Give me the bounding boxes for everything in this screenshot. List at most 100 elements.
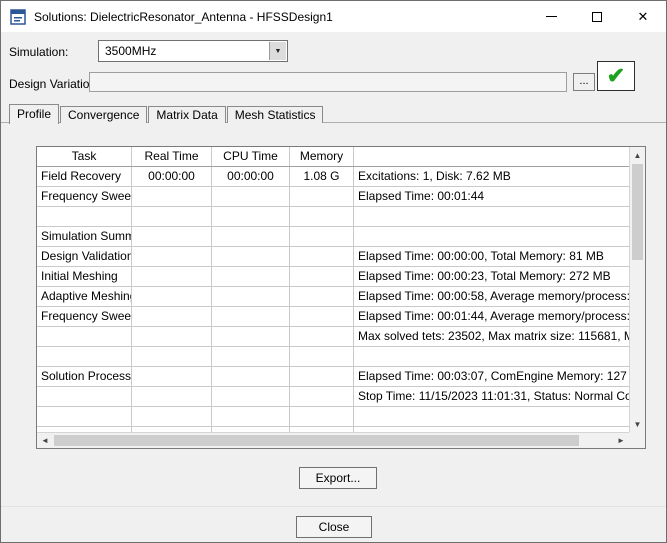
scroll-up-icon[interactable]: ▲ [630,147,645,163]
table-cell [37,387,132,406]
table-cell: Elapsed Time: 00:03:07, ComEngine Memory… [354,367,629,386]
table-cell [212,327,290,346]
profile-table: TaskReal TimeCPU TimeMemory Field Recove… [36,146,646,449]
table-cell: Max solved tets: 23502, Max matrix size:… [354,327,629,346]
table-header-row: TaskReal TimeCPU TimeMemory [37,147,629,167]
apply-check-button[interactable]: ✔ [597,61,635,91]
table-cell [132,207,212,226]
table-cell: Elapsed Time: 00:01:44 [354,187,629,206]
horizontal-scroll-thumb[interactable] [54,435,579,446]
export-button[interactable]: Export... [299,467,377,489]
table-cell [37,347,132,366]
table-cell [290,187,354,206]
table-cell [290,307,354,326]
table-cell [290,407,354,426]
table-row[interactable]: Max solved tets: 23502, Max matrix size:… [37,327,629,347]
table-cell: Excitations: 1, Disk: 7.62 MB [354,167,629,186]
table-cell: Frequency Sweep [37,307,132,326]
tab-matrix-data[interactable]: Matrix Data [148,106,225,123]
table-cell: Frequency Sweep [37,187,132,206]
table-cell [354,407,629,426]
chevron-down-icon[interactable]: ▼ [269,42,286,60]
title-bar[interactable]: Solutions: DielectricResonator_Antenna -… [1,1,666,32]
table-cell [290,387,354,406]
maximize-button[interactable] [574,1,620,32]
table-cell [212,207,290,226]
vertical-scroll-thumb[interactable] [632,164,643,260]
maximize-icon [592,12,602,22]
table-row[interactable]: Solution ProcessElapsed Time: 00:03:07, … [37,367,629,387]
table-row[interactable]: Simulation Summary [37,227,629,247]
table-cell [290,207,354,226]
horizontal-scrollbar[interactable]: ◄ ► [37,432,629,448]
solutions-dialog: Solutions: DielectricResonator_Antenna -… [0,0,667,543]
table-cell [290,247,354,266]
simulation-selected-value: 3500MHz [105,44,156,58]
design-variation-field[interactable] [89,72,567,92]
simulation-dropdown[interactable]: 3500MHz ▼ [98,40,288,62]
browse-button[interactable]: ... [573,73,595,91]
table-cell [132,347,212,366]
design-variation-label: Design Variation: [9,77,100,91]
table-cell [290,267,354,286]
tab-mesh-statistics[interactable]: Mesh Statistics [227,106,324,123]
table-cell [37,407,132,426]
vertical-scrollbar[interactable]: ▲ ▼ [629,147,645,432]
close-dialog-button[interactable]: Close [296,516,372,538]
table-cell [37,327,132,346]
table-row[interactable]: Frequency Sweep Elapsed Time: 00:01:44, A… [37,307,629,327]
table-cell: 00:00:00 [132,167,212,186]
table-cell [212,227,290,246]
close-icon: ✕ [638,9,649,25]
table-cell: Adaptive Meshing [37,287,132,306]
table-cell [290,347,354,366]
minimize-icon [546,16,557,17]
table-row[interactable]: Design Validation Elapsed Time: 00:00:00,… [37,247,629,267]
table-cell: Elapsed Time: 00:00:58, Average memory/p… [354,287,629,306]
table-cell [132,287,212,306]
column-header: Memory [290,147,354,166]
table-cell [354,347,629,366]
tab-convergence[interactable]: Convergence [60,106,147,123]
table-cell [354,227,629,246]
table-row[interactable] [37,207,629,227]
simulation-label: Simulation: [9,45,68,59]
column-header: CPU Time [212,147,290,166]
table-cell: Field Recovery [37,167,132,186]
table-cell: Elapsed Time: 00:01:44, Average memory/p… [354,307,629,326]
table-row[interactable] [37,347,629,367]
table-row[interactable]: Initial Meshing Elapsed Time: 00:00:23, T… [37,267,629,287]
table-cell: Simulation Summary [37,227,132,246]
table-cell [212,367,290,386]
table-cell: Initial Meshing [37,267,132,286]
table-cell [212,187,290,206]
table-row[interactable]: Frequency Sweep Elapsed Time: 00:01:44 [37,187,629,207]
table-cell [290,227,354,246]
scrollbar-corner [629,432,645,448]
minimize-button[interactable] [528,1,574,32]
table-cell [290,327,354,346]
scroll-down-icon[interactable]: ▼ [630,416,645,432]
table-cell [290,367,354,386]
table-cell: Stop Time: 11/15/2023 11:01:31, Status: … [354,387,629,406]
table-cell: Design Validation [37,247,132,266]
column-header [354,147,629,166]
table-cell: 1.08 G [290,167,354,186]
table-row[interactable] [37,407,629,427]
scroll-left-icon[interactable]: ◄ [37,433,53,448]
table-cell [132,367,212,386]
window-title: Solutions: DielectricResonator_Antenna -… [34,10,333,24]
table-cell [212,307,290,326]
scroll-right-icon[interactable]: ► [613,433,629,448]
table-cell [132,307,212,326]
table-cell [212,347,290,366]
table-cell: Elapsed Time: 00:00:23, Total Memory: 27… [354,267,629,286]
table-row[interactable]: Field Recovery00:00:0000:00:001.08 GExci… [37,167,629,187]
column-header: Task [37,147,132,166]
table-row[interactable]: Stop Time: 11/15/2023 11:01:31, Status: … [37,387,629,407]
table-row[interactable]: Adaptive Meshing Elapsed Time: 00:00:58, … [37,287,629,307]
close-button[interactable]: ✕ [620,1,666,32]
table-cell: Elapsed Time: 00:00:00, Total Memory: 81… [354,247,629,266]
tab-profile[interactable]: Profile [9,104,59,124]
table-cell [132,387,212,406]
